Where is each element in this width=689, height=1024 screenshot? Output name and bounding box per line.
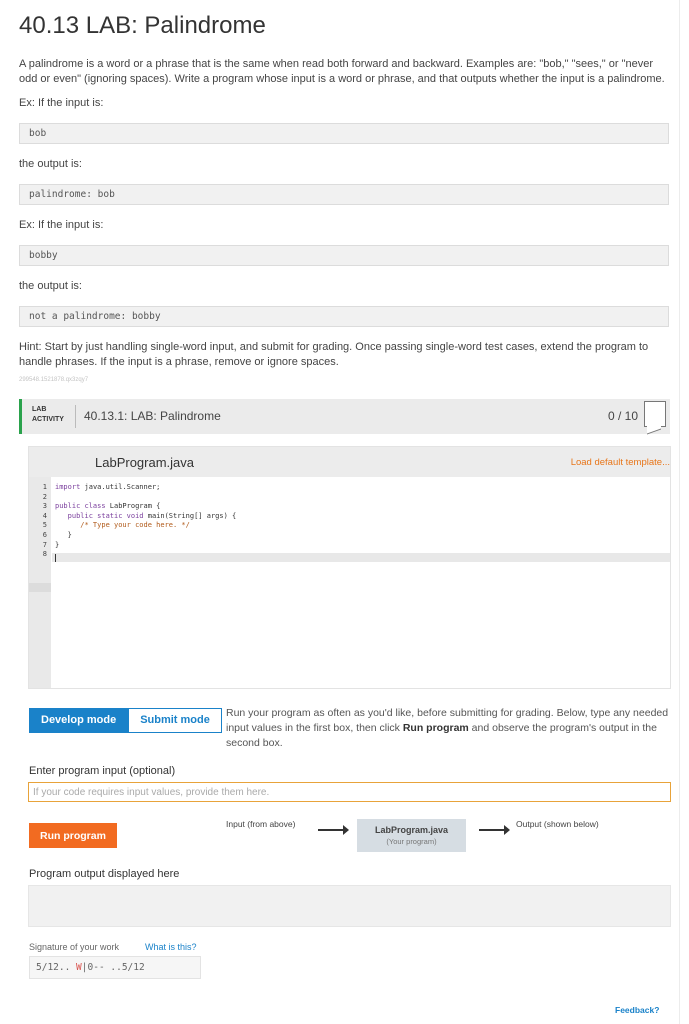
example1-output: palindrome: bob [19, 184, 669, 205]
lab-activity-header: LAB ACTIVITY 40.13.1: LAB: Palindrome 0 … [19, 399, 670, 434]
lab-activity-name: 40.13.1: LAB: Palindrome [84, 409, 221, 423]
completion-badge-icon [644, 401, 666, 427]
arrow-right-icon [318, 825, 349, 835]
load-default-template-link[interactable]: Load default template... [571, 457, 670, 468]
arrow-right-icon [479, 825, 510, 835]
hint-text: Hint: Start by just handling single-word… [19, 341, 649, 368]
flow-box-title: LabProgram.java [374, 825, 449, 835]
example2-output-label: the output is: [19, 280, 82, 292]
code-line-3: public class LabProgram { [55, 502, 161, 511]
example1-label: Ex: If the input is: [19, 97, 104, 109]
file-tab-bar: LabProgram.java Load default template... [29, 447, 670, 477]
code-line-6: } [55, 530, 72, 539]
example2-output: not a palindrome: bobby [19, 306, 669, 327]
flow-input-label: Input (from above) [226, 819, 296, 829]
submit-mode-button[interactable]: Submit mode [128, 708, 222, 733]
run-program-button[interactable]: Run program [29, 823, 117, 848]
lab-score: 0 / 10 [608, 409, 639, 423]
line-numbers: 1 2 3 4 5 6 7 8 [42, 483, 47, 559]
program-input-field[interactable] [28, 782, 671, 802]
program-output-box [28, 885, 671, 927]
example2-label: Ex: If the input is: [19, 219, 104, 231]
line-number-gutter: 1 2 3 4 5 6 7 8 [29, 477, 51, 688]
text-cursor [55, 554, 56, 562]
code-line-1: import java.util.Scanner; [55, 483, 161, 491]
description-text: A palindrome is a word or a phrase that … [19, 58, 665, 85]
signature-label: Signature of your work [29, 942, 120, 952]
example2-input: bobby [19, 245, 669, 266]
code-line-7: } [55, 540, 60, 549]
flow-output-label: Output (shown below) [516, 819, 599, 829]
program-output-label: Program output displayed here [29, 868, 180, 880]
example1-output-label: the output is: [19, 158, 82, 170]
what-is-this-link[interactable]: What is this? [145, 942, 197, 952]
signature-box: 5/12.. W|0-- ..5/12 [29, 956, 201, 979]
lab-activity-tag: LAB ACTIVITY [32, 406, 64, 423]
header-divider [75, 405, 76, 428]
code-line-5: /* Type your code here. */ [55, 521, 190, 530]
flow-box-subtitle: (Your program) [386, 837, 437, 846]
mode-toggle: Develop mode Submit mode [29, 708, 222, 733]
page-right-border [679, 0, 680, 1024]
mode-description: Run your program as often as you'd like,… [226, 707, 669, 749]
activity-id: 299548.1521878.qx3zqy7 [19, 377, 89, 383]
program-flow-box: LabProgram.java (Your program) [357, 819, 466, 852]
develop-mode-button[interactable]: Develop mode [29, 708, 129, 733]
feedback-link[interactable]: Feedback? [615, 1005, 659, 1015]
code-text[interactable]: import java.util.Scanner; public class L… [55, 483, 236, 560]
program-input-label: Enter program input (optional) [29, 765, 176, 777]
code-editor[interactable]: LabProgram.java Load default template...… [28, 446, 671, 689]
example1-input: bob [19, 123, 669, 144]
file-name: LabProgram.java [95, 455, 194, 470]
code-line-4: public static void main(String[] args) { [55, 511, 237, 520]
current-line-gutter-highlight [29, 583, 51, 592]
page-title: 40.13 LAB: Palindrome [19, 12, 266, 39]
